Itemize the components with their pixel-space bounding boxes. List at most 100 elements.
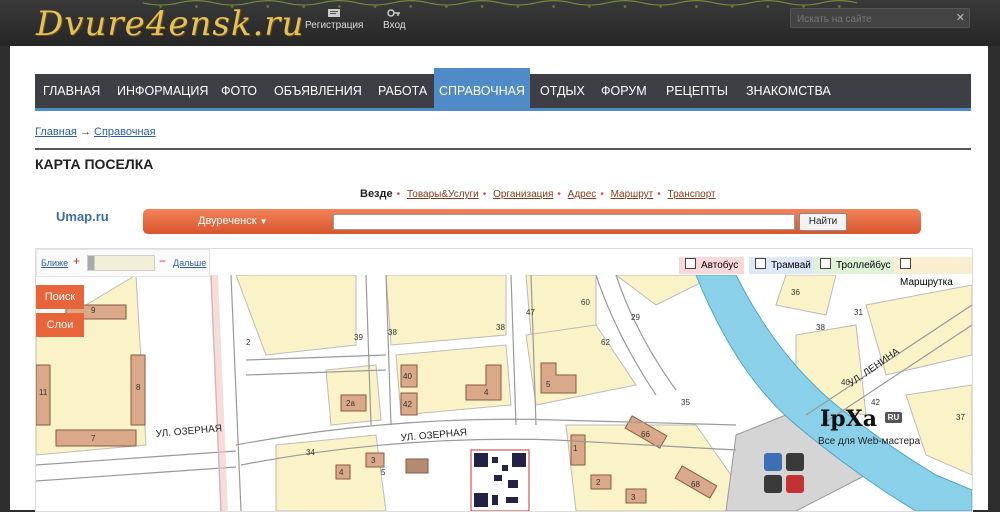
key-icon [387, 9, 401, 17]
checkbox[interactable] [820, 258, 831, 269]
find-button[interactable]: Найти [799, 213, 847, 231]
layer-toggle-trolleybus[interactable]: Троллейбус [814, 257, 897, 274]
house-number: 47 [526, 308, 535, 317]
watermark-tagline: Все для Web-мастера [818, 436, 921, 447]
house-number: 9 [91, 306, 96, 315]
map-search-input[interactable] [333, 214, 795, 230]
umap-tab-address[interactable]: Адрес [568, 189, 597, 200]
zoom-in-link[interactable]: Ближе [41, 258, 68, 268]
nav-item-forum[interactable]: ФОРУМ [601, 74, 647, 108]
umap-logo[interactable]: Umap.ru [56, 209, 109, 224]
house-number: 38 [496, 323, 505, 332]
watermark-badge: RU [884, 412, 903, 423]
layer-label: Маршрутка [900, 277, 953, 288]
house-number: 4 [339, 468, 344, 477]
register-icon [328, 9, 341, 17]
nav-item-recipes[interactable]: РЕЦЕПТЫ [666, 74, 728, 108]
close-icon[interactable]: ✕ [956, 11, 965, 24]
umap-tab-transport[interactable]: Транспорт [668, 189, 716, 200]
checkbox[interactable] [685, 258, 696, 269]
house-number: 5 [381, 468, 386, 477]
house-number: 8 [136, 383, 141, 392]
zoom-slider[interactable] [87, 255, 155, 271]
house-number: 38 [388, 328, 397, 337]
breadcrumb-current[interactable]: Справочная [94, 126, 156, 138]
house-number: 38 [816, 323, 825, 332]
layer-toggle-bus[interactable]: Автобус [679, 257, 745, 274]
house-number: 60 [581, 298, 590, 307]
umap-search-tabs: Везде • Товары&Услуги • Организация • Адрес… [360, 188, 716, 200]
nav-item-info[interactable]: ИНФОРМАЦИЯ [117, 74, 208, 108]
house-number: 1 [573, 444, 578, 453]
house-number: 3 [371, 456, 376, 465]
checkbox[interactable] [755, 258, 766, 269]
zoom-out-link[interactable]: Дальше [173, 258, 206, 268]
house-number: 2 [246, 338, 251, 347]
house-number: 31 [854, 308, 863, 317]
top-header: Dvure4ensk.ru Регистрация Вход ✕ [0, 0, 1000, 46]
map-search-button[interactable]: Поиск [36, 285, 84, 309]
nav-item-ads[interactable]: ОБЪЯВЛЕНИЯ [274, 74, 362, 108]
house-number: 39 [354, 333, 363, 342]
site-search-input[interactable] [791, 10, 953, 29]
house-number: 7 [91, 434, 96, 443]
layer-label: Троллейбус [836, 260, 891, 271]
house-number: 40 [403, 372, 412, 381]
map-layers-button[interactable]: Слои [36, 313, 84, 337]
login-link[interactable]: Вход [383, 8, 406, 31]
umap-tab-route[interactable]: Маршрут [611, 189, 654, 200]
umap-tab-everywhere[interactable]: Везде [360, 188, 393, 200]
house-number: 42 [403, 400, 412, 409]
nav-item-home[interactable]: ГЛАВНАЯ [43, 74, 100, 108]
checkbox[interactable] [900, 258, 911, 269]
house-number: 2а [346, 399, 355, 408]
house-number: 11 [39, 388, 48, 397]
breadcrumb-arrow: → [79, 126, 91, 138]
nav-item-reference[interactable]: СПРАВОЧНАЯ [434, 68, 530, 108]
house-number: 68 [691, 480, 700, 489]
layer-label: Автобус [701, 260, 739, 271]
umap-search-bar: Двуреченск ▼ Найти [143, 209, 921, 234]
watermark-brand: IpXa RU [820, 406, 903, 432]
title-divider [35, 148, 971, 150]
umap-tab-goods[interactable]: Товары&Услуги [407, 189, 479, 200]
register-label: Регистрация [305, 20, 364, 31]
city-selector[interactable]: Двуреченск ▼ [198, 215, 268, 227]
house-number: 35 [681, 398, 690, 407]
minus-icon[interactable]: − [159, 254, 166, 268]
layer-label: Трамвай [771, 260, 811, 271]
zoom-control: Ближе + − Дальше [36, 249, 210, 277]
house-number: 62 [601, 338, 610, 347]
breadcrumb-home[interactable]: Главная [35, 126, 77, 138]
site-search: ✕ [790, 8, 970, 29]
house-number: 3 [631, 493, 636, 502]
house-number: 2 [596, 478, 601, 487]
page-title: КАРТА ПОСЕЛКА [35, 156, 154, 172]
nav-item-photo[interactable]: ФОТО [221, 74, 257, 108]
login-label: Вход [383, 20, 406, 31]
house-number: 5 [546, 380, 551, 389]
house-number: 36 [791, 288, 800, 297]
qr-code [470, 449, 530, 511]
nav-item-leisure[interactable]: ОТДЫХ [540, 74, 585, 108]
breadcrumb: Главная → Справочная [35, 126, 156, 138]
map-canvas[interactable]: УЛ. ОЗЕРНАЯ УЛ. ОЗЕРНАЯ УЛ. ЛЕНИНА 9 8 1… [36, 275, 972, 511]
house-number: 29 [631, 313, 640, 322]
nav-item-dating[interactable]: ЗНАКОМСТВА [746, 74, 831, 108]
nav-item-work[interactable]: РАБОТА [378, 74, 427, 108]
layer-toggle-minibus[interactable]: Маршрутка [894, 257, 972, 288]
house-number: 34 [306, 448, 315, 457]
layer-toggle-tram[interactable]: Трамвай [749, 257, 817, 274]
house-number: 66 [641, 430, 650, 439]
chevron-down-icon: ▼ [259, 217, 268, 226]
house-number: 40 [841, 378, 850, 387]
map-view[interactable]: УЛ. ОЗЕРНАЯ УЛ. ОЗЕРНАЯ УЛ. ЛЕНИНА 9 8 1… [35, 248, 973, 512]
house-number: 4 [484, 388, 489, 397]
house-number: 37 [956, 413, 965, 422]
city-label: Двуреченск [198, 215, 257, 227]
plus-icon[interactable]: + [73, 254, 80, 268]
umap-tab-org[interactable]: Организация [493, 189, 553, 200]
register-link[interactable]: Регистрация [305, 8, 363, 31]
main-nav: ГЛАВНАЯ ИНФОРМАЦИЯ ФОТО ОБЪЯВЛЕНИЯ РАБОТ… [35, 68, 971, 111]
site-logo[interactable]: Dvure4ensk.ru [36, 4, 304, 44]
